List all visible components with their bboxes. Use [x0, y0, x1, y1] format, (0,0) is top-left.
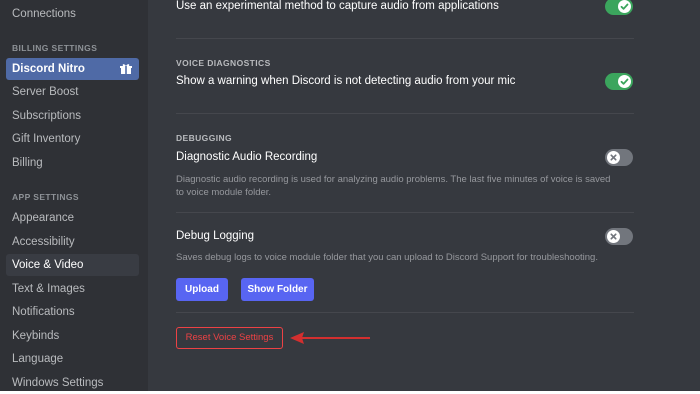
sidebar-item-appearance[interactable]: Appearance	[6, 207, 139, 229]
annotation-arrow-icon	[290, 332, 370, 344]
upload-button[interactable]: Upload	[176, 278, 228, 301]
gift-icon	[120, 64, 132, 74]
debug-logging-toggle[interactable]	[605, 228, 633, 245]
mic-warning-toggle[interactable]	[605, 73, 633, 90]
billing-settings-header: BILLING SETTINGS	[12, 43, 98, 53]
sidebar-item-subscriptions[interactable]: Subscriptions	[6, 105, 139, 127]
sidebar-item-windows-settings[interactable]: Windows Settings	[6, 372, 139, 394]
debug-logging-title: Debug Logging	[176, 230, 255, 242]
sidebar-item-keybinds[interactable]: Keybinds	[6, 325, 139, 347]
sidebar-item-discord-nitro[interactable]: Discord Nitro	[6, 58, 139, 80]
toggle-knob	[607, 230, 620, 243]
sidebar-item-label: Discord Nitro	[12, 63, 85, 75]
check-icon	[620, 3, 629, 10]
close-icon	[610, 233, 617, 240]
sidebar-item-text-images[interactable]: Text & Images	[6, 278, 139, 300]
sidebar-item-gift-inventory[interactable]: Gift Inventory	[6, 128, 139, 150]
toggle-knob	[607, 151, 620, 164]
reset-voice-settings-button[interactable]: Reset Voice Settings	[176, 327, 283, 349]
sidebar-item-notifications[interactable]: Notifications	[6, 301, 139, 323]
sidebar-item-server-boost[interactable]: Server Boost	[6, 81, 139, 103]
diagnostic-audio-toggle[interactable]	[605, 149, 633, 166]
divider	[176, 312, 634, 313]
voice-diagnostics-header: VOICE DIAGNOSTICS	[176, 58, 271, 68]
toggle-knob	[618, 0, 631, 13]
debugging-header: DEBUGGING	[176, 133, 233, 143]
app-settings-header: APP SETTINGS	[12, 192, 79, 202]
check-icon	[620, 78, 629, 85]
diagnostic-audio-description: Diagnostic audio recording is used for a…	[176, 174, 611, 198]
settings-sidebar: Connections BILLING SETTINGS Discord Nit…	[0, 0, 148, 391]
experimental-capture-label: Use an experimental method to capture au…	[176, 0, 499, 12]
sidebar-item-billing[interactable]: Billing	[6, 152, 139, 174]
diagnostic-audio-title: Diagnostic Audio Recording	[176, 151, 318, 163]
divider	[176, 212, 634, 213]
sidebar-item-language[interactable]: Language	[6, 348, 139, 370]
sidebar-item-accessibility[interactable]: Accessibility	[6, 231, 139, 253]
show-folder-button[interactable]: Show Folder	[241, 278, 314, 301]
toggle-knob	[618, 75, 631, 88]
sidebar-item-connections[interactable]: Connections	[6, 3, 139, 25]
voice-settings-panel: Use an experimental method to capture au…	[148, 0, 700, 391]
divider	[176, 113, 634, 114]
divider	[176, 38, 634, 39]
sidebar-item-voice-video[interactable]: Voice & Video	[6, 254, 139, 276]
experimental-capture-toggle[interactable]	[605, 0, 633, 15]
close-icon	[610, 154, 617, 161]
debug-logging-description: Saves debug logs to voice module folder …	[176, 252, 598, 263]
mic-warning-label: Show a warning when Discord is not detec…	[176, 75, 516, 87]
